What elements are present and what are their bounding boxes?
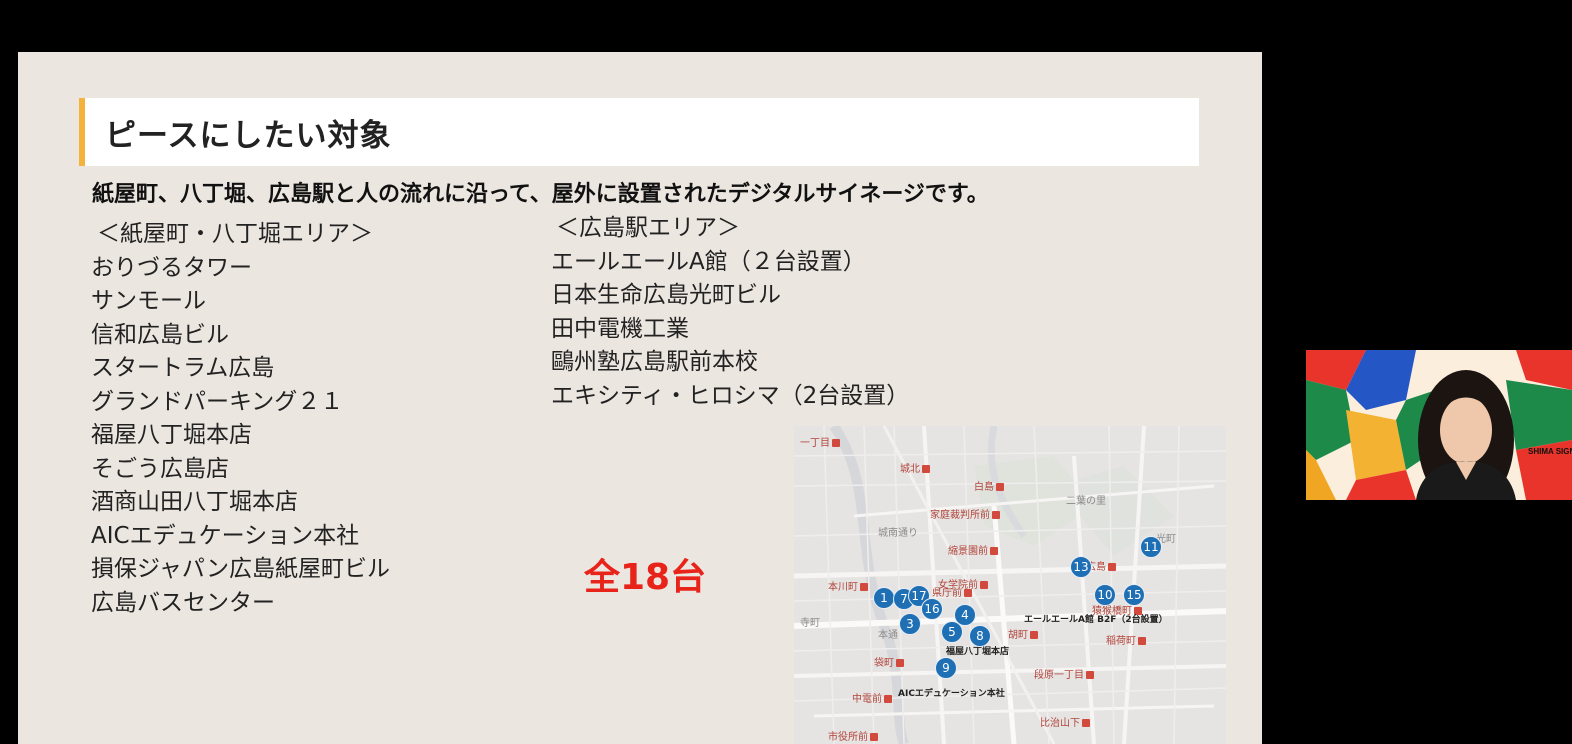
- map-label: 一丁目: [800, 434, 840, 449]
- map-label: 段原一丁目: [1034, 666, 1094, 681]
- map-label: 白島: [974, 478, 1004, 493]
- map-label: 寺町: [800, 618, 820, 629]
- map-label: 縮景園前: [948, 542, 998, 557]
- list-item: 福屋八丁堀本店: [91, 422, 252, 448]
- map-pin[interactable]: 8: [969, 625, 991, 647]
- map-pin[interactable]: 9: [935, 657, 957, 679]
- map-pin[interactable]: 3: [899, 613, 921, 635]
- list-item: そごう広島店: [91, 455, 229, 482]
- webcam-logo-text: SHIMA SIGN MOR: [1528, 447, 1572, 456]
- map-pin[interactable]: 5: [941, 621, 963, 643]
- hiroshima-station-list: ＜広島駅エリア＞ エールエールA館（２台設置） 日本生命広島光町ビル 田中電機工…: [551, 212, 909, 413]
- map-label: 家庭裁判所前: [930, 506, 1000, 521]
- list-item: サンモール: [91, 288, 206, 314]
- list-item: 日本生命広島光町ビル: [551, 282, 781, 308]
- area-header-kamiyacho: ＜紙屋町・八丁堀エリア＞: [97, 221, 373, 247]
- slide-title-bar: ピースにしたい対象: [79, 98, 1199, 166]
- list-item: スタートラム広島: [91, 355, 275, 381]
- map-pin[interactable]: 13: [1070, 556, 1092, 578]
- presentation-slide: ピースにしたい対象 紙屋町、八丁堀、広島駅と人の流れに沿って、屋外に設置されたデ…: [18, 52, 1262, 744]
- list-item: おりづるタワー: [91, 254, 252, 281]
- total-count: 全18台: [584, 557, 707, 598]
- map-label: 胡町: [1008, 626, 1038, 641]
- list-item: エキシティ・ヒロシマ（2台設置）: [551, 382, 910, 409]
- map-label: 稲荷町: [1106, 632, 1146, 647]
- slide-subtitle: 紙屋町、八丁堀、広島駅と人の流れに沿って、屋外に設置されたデジタルサイネージです…: [92, 182, 989, 207]
- map-label: 比治山下: [1040, 714, 1090, 729]
- map-label: 市役所前: [828, 728, 878, 743]
- presenter-video: SHIMA SIGN MOR: [1306, 350, 1572, 500]
- list-item: AICエデュケーション本社: [91, 522, 360, 549]
- map-pin[interactable]: 16: [921, 598, 943, 620]
- map-label: 本川町: [828, 578, 868, 593]
- map-pin[interactable]: 10: [1094, 584, 1116, 606]
- map-label: 二葉の里: [1066, 496, 1106, 507]
- list-item: グランドパーキング２１: [91, 388, 344, 415]
- map-label: 袋町: [874, 654, 904, 669]
- list-item: エールエールA館（２台設置）: [551, 248, 866, 275]
- map-label: 城南通り: [878, 528, 918, 539]
- area-header-station: ＜広島駅エリア＞: [556, 215, 740, 241]
- map-pin[interactable]: 1: [873, 587, 895, 609]
- map-annotation: エールエールA館 B2F（2台設置）: [1024, 615, 1168, 625]
- map-label: 城北: [900, 460, 930, 475]
- map-pin[interactable]: 11: [1140, 536, 1162, 558]
- slide-title: ピースにしたい対象: [105, 118, 392, 154]
- list-item: 広島バスセンター: [91, 589, 275, 616]
- list-item: 鷗州塾広島駅前本校: [551, 349, 758, 375]
- map-pin[interactable]: 15: [1123, 584, 1145, 606]
- list-item: 酒商山田八丁堀本店: [91, 489, 298, 515]
- list-item: 信和広島ビル: [91, 321, 229, 348]
- map-label: 本通: [878, 630, 898, 641]
- list-item: 損保ジャパン広島紙屋町ビル: [91, 556, 390, 582]
- signage-location-map: 一丁目 城北 白島 家庭裁判所前 縮景園前 女学院前 本川町 県庁前 胡町 稲荷…: [794, 426, 1226, 744]
- map-label: 県庁前: [932, 584, 972, 599]
- list-item: 田中電機工業: [551, 315, 689, 342]
- webcam-feed: SHIMA SIGN MOR: [1306, 350, 1572, 500]
- map-label: 中電前: [852, 690, 892, 705]
- map-annotation: AICエデュケーション本社: [898, 689, 1005, 699]
- kamiyacho-hatchobori-list: ＜紙屋町・八丁堀エリア＞ おりづるタワー サンモール 信和広島ビル スタートラム…: [91, 218, 390, 620]
